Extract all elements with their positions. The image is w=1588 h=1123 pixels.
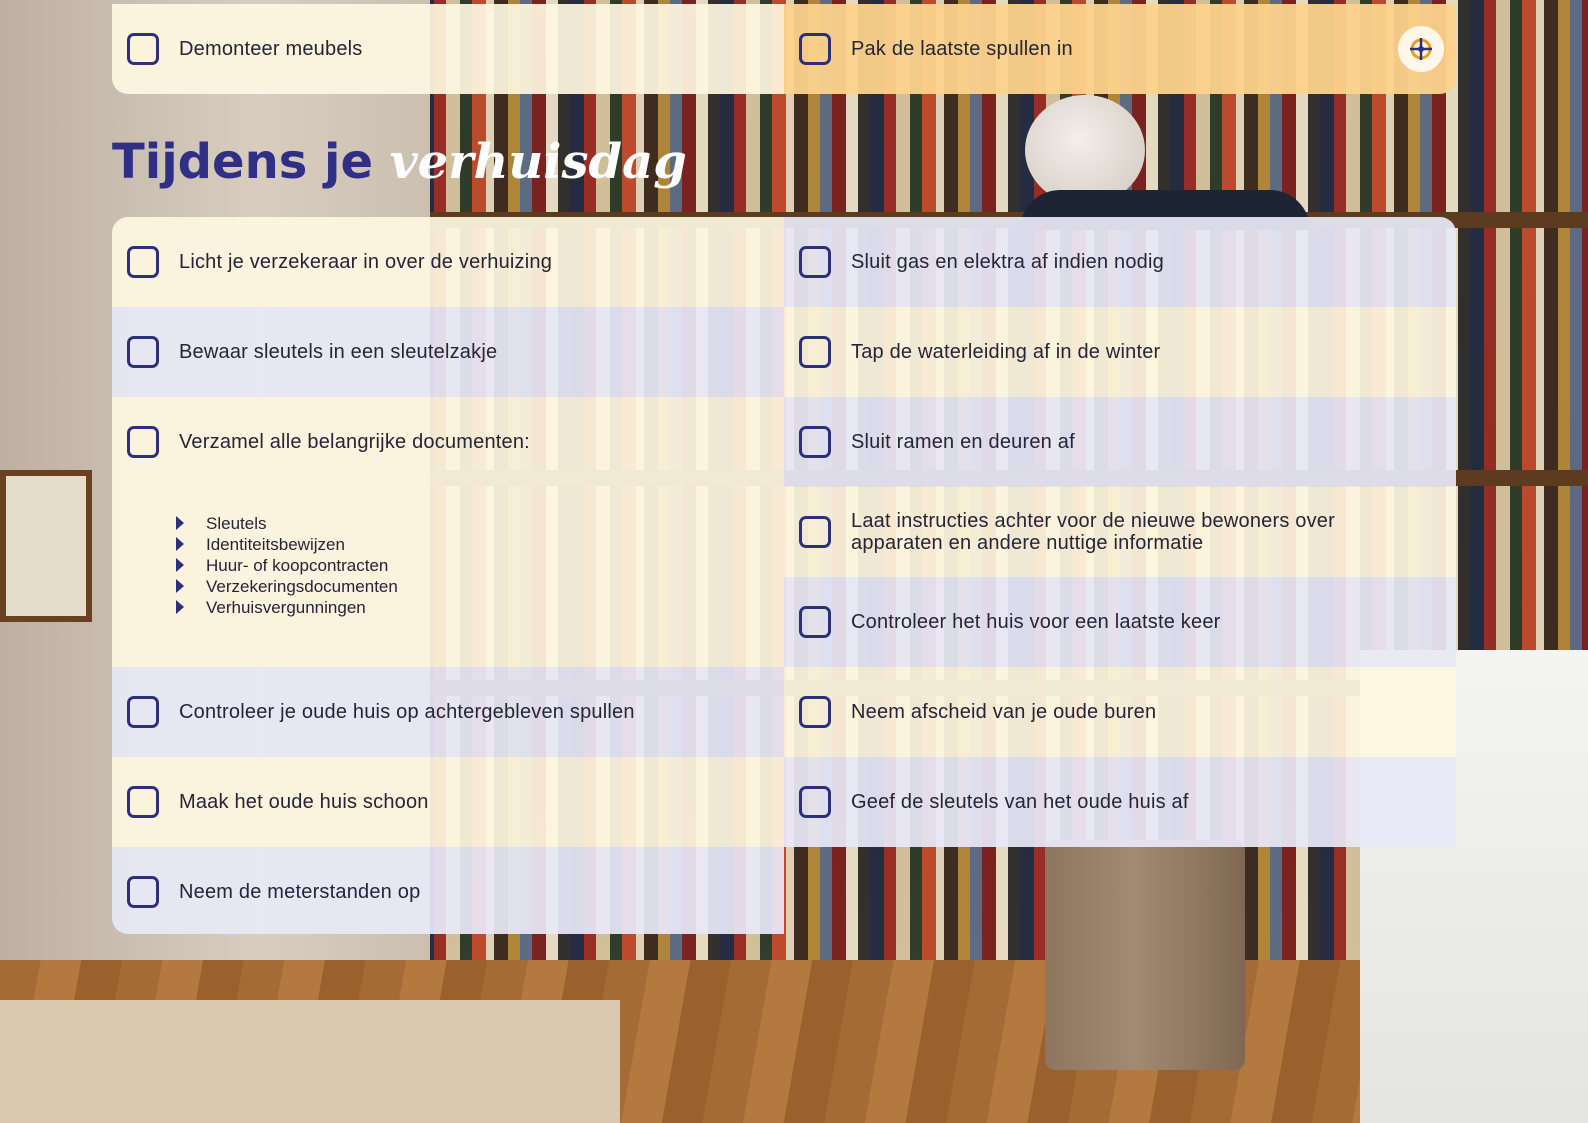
heading-part-1: Tijdens je <box>112 134 374 190</box>
checklist-item-label: Neem afscheid van je oude buren <box>851 701 1157 723</box>
checklist-item-highlighted[interactable]: Pak de laatste spullen in <box>784 4 1456 94</box>
checklist-item[interactable]: Laat instructies achter voor de nieuwe b… <box>784 487 1456 577</box>
checklist-item-label: Maak het oude huis schoon <box>179 791 429 813</box>
checklist-item[interactable]: Demonteer meubels <box>112 4 784 94</box>
checkbox[interactable] <box>127 246 159 278</box>
checklist-item-label: Demonteer meubels <box>179 38 363 60</box>
picture-frame <box>0 470 92 622</box>
checklist-item-label: Sluit gas en elektra af indien nodig <box>851 251 1164 273</box>
checklist-item[interactable]: Sluit gas en elektra af indien nodig <box>784 217 1456 307</box>
checklist-item-label: Sluit ramen en deuren af <box>851 431 1075 453</box>
checklist-item-label: Controleer je oude huis op achtergebleve… <box>179 701 635 723</box>
checklist-item[interactable]: Verzamel alle belangrijke documenten: <box>112 397 784 487</box>
bullet-triangle-icon <box>176 516 184 530</box>
compass-icon <box>1398 26 1444 72</box>
checklist-item-label: Pak de laatste spullen in <box>851 38 1073 60</box>
label-line-2: apparaten en andere nuttige informatie <box>851 532 1204 554</box>
left-column: Licht je verzekeraar in over de verhuizi… <box>112 217 784 934</box>
list-item: Verhuisvergunningen <box>176 597 398 618</box>
heading-part-2: verhuisdag <box>389 134 687 190</box>
checkbox[interactable] <box>799 426 831 458</box>
checkbox[interactable] <box>799 786 831 818</box>
checklist-item[interactable]: Bewaar sleutels in een sleutelzakje <box>112 307 784 397</box>
checklist-item[interactable]: Controleer het huis voor een laatste kee… <box>784 577 1456 667</box>
checkbox[interactable] <box>799 336 831 368</box>
checklist-item[interactable]: Geef de sleutels van het oude huis af <box>784 757 1456 847</box>
checkbox[interactable] <box>799 33 831 65</box>
checkbox[interactable] <box>127 336 159 368</box>
checklist-item-label: Licht je verzekeraar in over de verhuizi… <box>179 251 553 273</box>
checkbox[interactable] <box>127 786 159 818</box>
bullet-triangle-icon <box>176 600 184 614</box>
checklist-item[interactable]: Controleer je oude huis op achtergebleve… <box>112 667 784 757</box>
checklist-item[interactable]: Neem de meterstanden op <box>112 847 784 934</box>
bullet-triangle-icon <box>176 558 184 572</box>
checkbox[interactable] <box>799 696 831 728</box>
label-line-1: Laat instructies achter voor de nieuwe b… <box>851 510 1335 532</box>
checklist-item[interactable]: Sluit ramen en deuren af <box>784 397 1456 487</box>
checklist-item-label: Neem de meterstanden op <box>179 881 421 903</box>
person-head <box>1025 95 1145 205</box>
checkbox[interactable] <box>127 876 159 908</box>
list-item: Identiteitsbewijzen <box>176 534 398 555</box>
checklist-item-label: Laat instructies achter voor de nieuwe b… <box>851 510 1335 554</box>
checklist-item[interactable]: Tap de waterleiding af in de winter <box>784 307 1456 397</box>
checkbox[interactable] <box>127 696 159 728</box>
checklist-item[interactable]: Licht je verzekeraar in over de verhuizi… <box>112 217 784 307</box>
checklist-item-label: Verzamel alle belangrijke documenten: <box>179 431 530 453</box>
documents-sublist: Sleutels Identiteitsbewijzen Huur- of ko… <box>112 487 784 667</box>
checkbox[interactable] <box>799 246 831 278</box>
checklist-item[interactable]: Neem afscheid van je oude buren <box>784 667 1456 757</box>
document-list: Sleutels Identiteitsbewijzen Huur- of ko… <box>176 513 398 618</box>
bullet-triangle-icon <box>176 537 184 551</box>
list-item: Sleutels <box>176 513 398 534</box>
checkbox[interactable] <box>799 606 831 638</box>
checklist-item-label: Controleer het huis voor een laatste kee… <box>851 611 1221 633</box>
list-item: Huur- of koopcontracten <box>176 555 398 576</box>
checkbox[interactable] <box>127 33 159 65</box>
section-heading: Tijdens je verhuisdag <box>112 130 687 194</box>
checkbox[interactable] <box>799 516 831 548</box>
moving-day-checklist: Licht je verzekeraar in over de verhuizi… <box>112 217 1456 934</box>
right-column: Sluit gas en elektra af indien nodig Tap… <box>784 217 1456 847</box>
previous-checklist-card: Demonteer meubels Pak de laatste spullen… <box>112 4 1456 94</box>
moving-box-foreground <box>0 1000 620 1123</box>
checkbox[interactable] <box>127 426 159 458</box>
bullet-triangle-icon <box>176 579 184 593</box>
checklist-item-label: Bewaar sleutels in een sleutelzakje <box>179 341 498 363</box>
checklist-item-label: Tap de waterleiding af in de winter <box>851 341 1161 363</box>
checklist-item-label: Geef de sleutels van het oude huis af <box>851 791 1189 813</box>
checklist-item[interactable]: Maak het oude huis schoon <box>112 757 784 847</box>
list-item: Verzekeringsdocumenten <box>176 576 398 597</box>
